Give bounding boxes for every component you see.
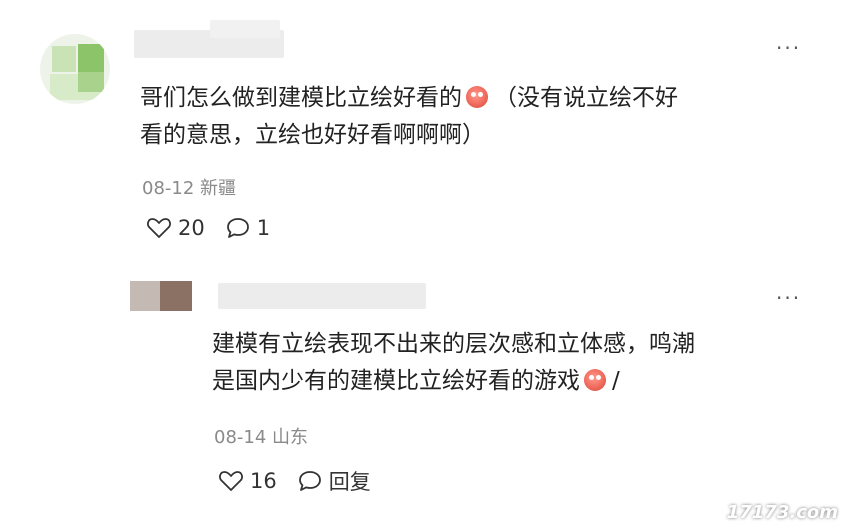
comment-text-line2: 看的意思，立绘也好好看啊啊啊） [140, 122, 485, 148]
heart-outline-icon[interactable] [218, 469, 244, 493]
emoji-face-icon [466, 86, 488, 108]
comment-location: 新疆 [200, 178, 237, 199]
replier-avatar[interactable] [130, 281, 192, 311]
like-count[interactable]: 20 [178, 216, 205, 240]
heart-outline-icon[interactable] [146, 216, 172, 240]
comment-text: 哥们怎么做到建模比立绘好看的 （没有说立绘不好 看的意思，立绘也好好看啊啊啊） [140, 80, 678, 154]
reply-text-line2-tail: / [612, 368, 620, 394]
reply-actions: 16 回复 [218, 466, 371, 496]
reply-text: 建模有立绘表现不出来的层次感和立体感，鸣潮 是国内少有的建模比立绘好看的游戏 / [212, 326, 695, 400]
comment-bubble-icon[interactable] [297, 469, 323, 493]
reply-count[interactable]: 1 [257, 216, 270, 240]
commenter-name-blurred-2 [210, 20, 280, 38]
reply-meta: 08-14 山东 [214, 423, 308, 449]
reply-text-line2: 是国内少有的建模比立绘好看的游戏 [212, 368, 580, 394]
reply-date: 08-14 [214, 427, 267, 448]
comment-bubble-icon[interactable] [225, 216, 251, 240]
comment-text-line1-tail: （没有说立绘不好 [494, 85, 678, 111]
site-watermark: 17173.com [726, 502, 838, 523]
replier-name-blurred[interactable] [218, 283, 426, 309]
comment-actions: 20 1 [146, 216, 270, 240]
reply-location: 山东 [272, 427, 309, 448]
more-options-icon[interactable]: ··· [776, 38, 801, 58]
commenter-avatar[interactable] [40, 34, 110, 104]
reply-button[interactable]: 回复 [329, 466, 371, 496]
like-count[interactable]: 16 [250, 469, 277, 493]
comment-text-line1: 哥们怎么做到建模比立绘好看的 [140, 85, 462, 111]
more-options-icon[interactable]: ··· [776, 288, 801, 308]
emoji-face-icon [584, 369, 606, 391]
reply-text-line1: 建模有立绘表现不出来的层次感和立体感，鸣潮 [212, 331, 695, 357]
comment-meta: 08-12 新疆 [142, 174, 236, 200]
comment-date: 08-12 [142, 178, 195, 199]
